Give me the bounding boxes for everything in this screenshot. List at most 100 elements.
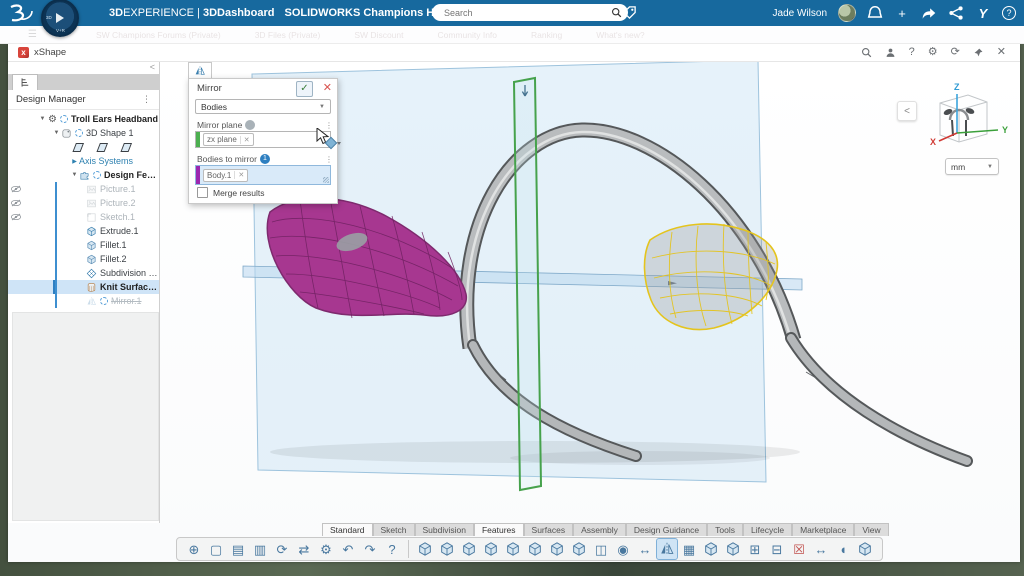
merge-results-row[interactable]: Merge results	[197, 187, 265, 198]
plane-xy-icon[interactable]	[70, 142, 86, 153]
pattern-icon[interactable]: ▦	[679, 539, 699, 559]
tree-item-3d-shape-1[interactable]: ▼ 3D Shape 1	[8, 126, 159, 140]
move-icon[interactable]: ↔	[635, 539, 655, 559]
dashboard-tab-0[interactable]: SW Champions Forums (Private)	[96, 30, 221, 40]
tree-item-subdivision-surface-1[interactable]: Subdivision Surface.1	[8, 266, 159, 280]
tab-assembly[interactable]: Assembly	[573, 523, 626, 536]
body-chip[interactable]: Body.1✕	[203, 169, 248, 182]
panel-menu-icon[interactable]: ⋮	[142, 94, 151, 105]
exchange-icon[interactable]: ⇄	[294, 539, 314, 559]
share-nodes-icon[interactable]	[948, 5, 964, 21]
split-icon[interactable]: ◫	[591, 539, 611, 559]
pin-icon[interactable]	[973, 47, 984, 58]
mirror-dialog-tab[interactable]	[188, 62, 212, 79]
redo-icon[interactable]: ↷	[360, 539, 380, 559]
shell-icon[interactable]	[569, 539, 589, 559]
help-icon[interactable]: ?	[909, 47, 915, 58]
loft-icon[interactable]	[525, 539, 545, 559]
tree-item-picture-1[interactable]: Picture.1	[8, 182, 159, 196]
tree-item-fillet-1[interactable]: Fillet.1	[8, 238, 159, 252]
tab-lifecycle[interactable]: Lifecycle	[743, 523, 792, 536]
search-box[interactable]	[432, 4, 628, 21]
close-icon[interactable]: ✕	[997, 47, 1006, 58]
dome-icon[interactable]: ◖	[833, 539, 853, 559]
mirror-type-select[interactable]: Bodies ▼	[195, 99, 331, 114]
open-model-icon[interactable]: ▢	[206, 539, 226, 559]
tab-features[interactable]: Features	[474, 523, 524, 536]
dashboard-tab-1[interactable]: 3D Files (Private)	[255, 30, 321, 40]
delete-body-icon[interactable]: ☒	[789, 539, 809, 559]
x-axis-label[interactable]: X	[930, 137, 936, 147]
search-icon[interactable]	[861, 47, 872, 58]
tab-marketplace[interactable]: Marketplace	[792, 523, 854, 536]
add-icon[interactable]: +	[894, 5, 910, 21]
help-icon[interactable]: ?	[382, 539, 402, 559]
hidden-eye-icon[interactable]	[10, 199, 22, 207]
menu-icon[interactable]: ☰	[28, 29, 37, 40]
dashboard-tab-4[interactable]: Ranking	[531, 30, 562, 40]
viewport-panel-collapse-button[interactable]: <	[897, 101, 917, 121]
caret-down-icon[interactable]: ▼	[38, 116, 47, 122]
tree-item-sketch-1[interactable]: Sketch.1	[8, 210, 159, 224]
tree-item-design-features[interactable]: ▼ Design Features	[8, 168, 159, 182]
tree-item-reference-planes[interactable]	[8, 140, 159, 154]
intersect-icon[interactable]: ◉	[613, 539, 633, 559]
tab-standard[interactable]: Standard	[322, 523, 373, 536]
update-icon[interactable]: ⟳	[272, 539, 292, 559]
primitive-box-icon[interactable]	[415, 539, 435, 559]
hidden-eye-icon[interactable]	[10, 185, 22, 193]
tree-item-fillet-2[interactable]: Fillet.2	[8, 252, 159, 266]
plane-yz-icon[interactable]	[94, 142, 110, 153]
swym-icon[interactable]: Y	[975, 5, 991, 21]
panel-collapse-icon[interactable]: <	[150, 62, 155, 72]
tree-item-extrude-1[interactable]: Extrude.1	[8, 224, 159, 238]
plane-chip[interactable]: zx plane✕	[203, 133, 254, 146]
save-as-icon[interactable]: ▥	[250, 539, 270, 559]
search-icon[interactable]	[611, 7, 622, 18]
caret-down-icon[interactable]: ▼	[70, 172, 79, 178]
save-icon[interactable]: ▤	[228, 539, 248, 559]
caret-right-icon[interactable]: ▶	[70, 158, 79, 165]
move-body-icon[interactable]: ↔	[811, 539, 831, 559]
sweep-spline-icon[interactable]	[503, 539, 523, 559]
resize-handle[interactable]	[323, 177, 329, 183]
merge-results-checkbox[interactable]	[197, 187, 208, 198]
ok-button[interactable]: ✓	[296, 81, 313, 97]
row-menu-icon[interactable]: ⋮	[325, 155, 333, 164]
options-icon[interactable]: ⚙	[316, 539, 336, 559]
tab-design-guidance[interactable]: Design Guidance	[626, 523, 707, 536]
tree-item-picture-2[interactable]: Picture.2	[8, 196, 159, 210]
user-share-icon[interactable]	[885, 47, 896, 58]
corner-shape-icon[interactable]	[855, 539, 875, 559]
notification-bell-icon[interactable]	[867, 5, 883, 21]
cancel-button[interactable]: ✕	[323, 81, 332, 95]
remove-icon[interactable]: ✕	[240, 136, 250, 144]
tree-item-troll-ears-headband[interactable]: ▼ ⚙ Troll Ears Headband	[8, 112, 159, 126]
settings-gear-icon[interactable]: ⚙	[928, 47, 938, 58]
search-input[interactable]	[442, 7, 611, 19]
tab-surfaces[interactable]: Surfaces	[524, 523, 574, 536]
dashboard-tab-5[interactable]: What's new?	[596, 30, 644, 40]
tree-item-mirror-1[interactable]: Mirror.1	[8, 294, 159, 308]
remove-icon[interactable]: ✕	[234, 171, 244, 179]
hidden-eye-icon[interactable]	[10, 213, 22, 221]
mirror-plane-field[interactable]: zx plane✕	[195, 131, 331, 148]
z-axis-label[interactable]: Z	[954, 82, 960, 92]
tab-tools[interactable]: Tools	[707, 523, 743, 536]
help-icon[interactable]: ?	[1002, 6, 1016, 20]
share-arrow-icon[interactable]	[921, 5, 937, 21]
tree-item-axis-systems[interactable]: ▶ Axis Systems	[8, 154, 159, 168]
sweep-icon[interactable]	[481, 539, 501, 559]
tree-tab[interactable]	[12, 74, 38, 90]
insert-model-icon[interactable]: ⊕	[184, 539, 204, 559]
units-dropdown[interactable]: mm ▼	[945, 158, 999, 175]
stiffener-icon[interactable]	[723, 539, 743, 559]
plane-zx-icon[interactable]	[118, 142, 134, 153]
tab-subdivision[interactable]: Subdivision	[415, 523, 474, 536]
mirror-icon[interactable]	[657, 539, 677, 559]
y-axis-label[interactable]: Y	[1002, 125, 1008, 135]
caret-down-icon[interactable]: ▼	[52, 130, 61, 136]
undo-icon[interactable]: ↶	[338, 539, 358, 559]
compass-menu-button[interactable]: 3D V+R	[41, 0, 79, 37]
thicken-icon[interactable]	[547, 539, 567, 559]
